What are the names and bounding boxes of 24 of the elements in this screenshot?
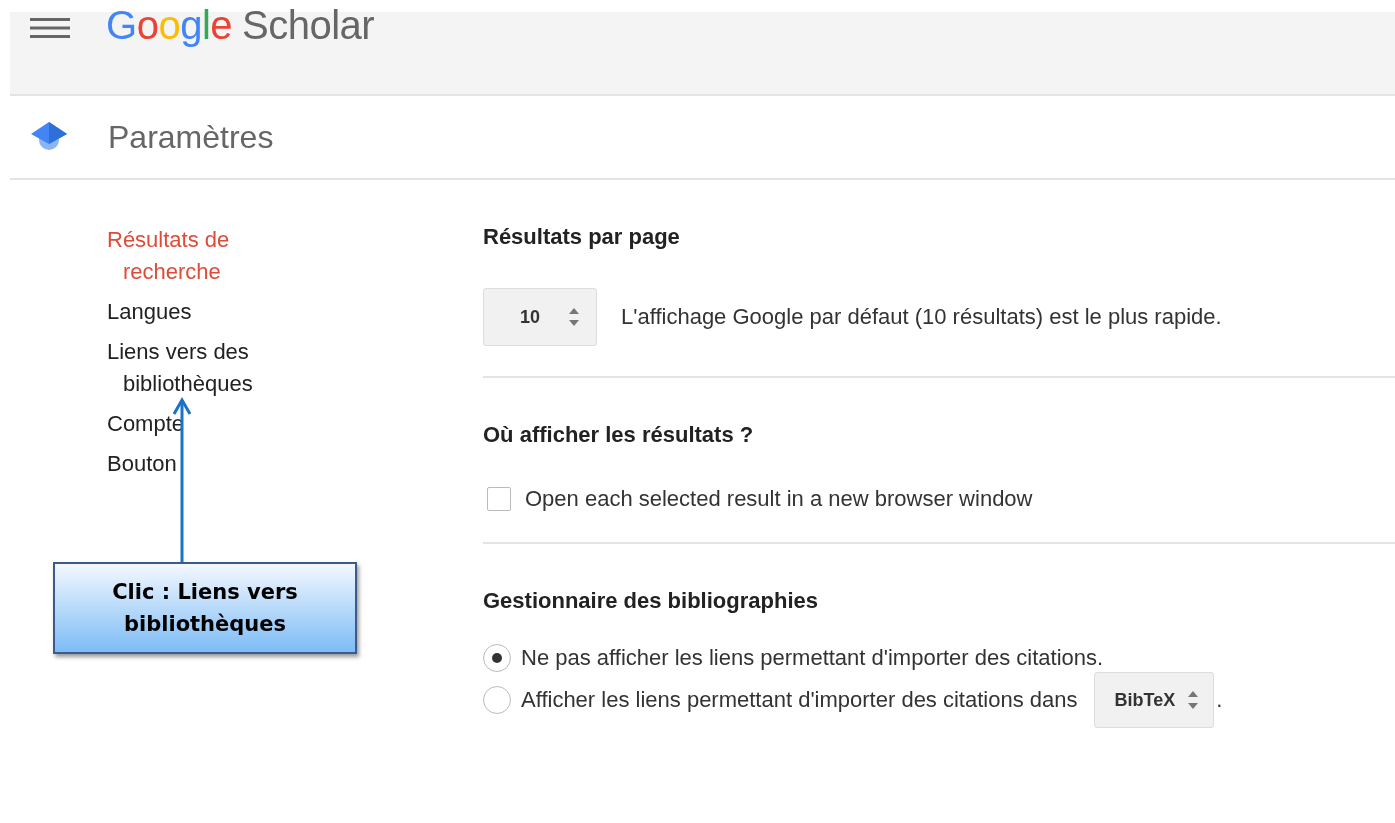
radio-button[interactable] (483, 686, 511, 714)
page-title: Paramètres (108, 118, 274, 156)
results-per-page-spinner[interactable]: 10 (483, 288, 598, 346)
section-heading: Gestionnaire des bibliographies (483, 588, 819, 614)
radio-button[interactable] (483, 644, 511, 672)
section-heading: Résultats par page (483, 224, 681, 250)
sidebar-link[interactable]: Liens vers des bibliothèques (107, 336, 313, 400)
format-select[interactable]: BibTeX (1093, 672, 1215, 728)
checkbox[interactable] (487, 487, 511, 511)
period-text: . (1216, 687, 1223, 713)
google-scholar-logo[interactable]: Google Scholar (106, 5, 375, 45)
sidebar-link[interactable]: Bouton (107, 448, 313, 480)
sidebar-link[interactable]: Compte (107, 408, 313, 440)
help-text: L'affichage Google par défaut (10 résultats) est le plus rapide. (621, 304, 1222, 330)
menu-icon[interactable] (30, 17, 70, 39)
radio-label: Afficher les liens permettant d'importer des citations dans (521, 687, 1078, 713)
checkbox-label: Open each selected result in a new browser window (525, 486, 1033, 512)
sidebar-link[interactable]: Résultats de recherche (107, 224, 313, 288)
sidebar-link[interactable]: Langues (107, 296, 313, 328)
up-down-arrows-icon (1187, 689, 1200, 711)
up-down-arrows-icon (568, 306, 581, 328)
radio-label: Ne pas afficher les liens permettant d'importer des citations. (521, 645, 1104, 671)
section-heading: Où afficher les résultats ? (483, 422, 755, 448)
callout-box: Clic : Liens vers bibliothèques (53, 562, 357, 654)
